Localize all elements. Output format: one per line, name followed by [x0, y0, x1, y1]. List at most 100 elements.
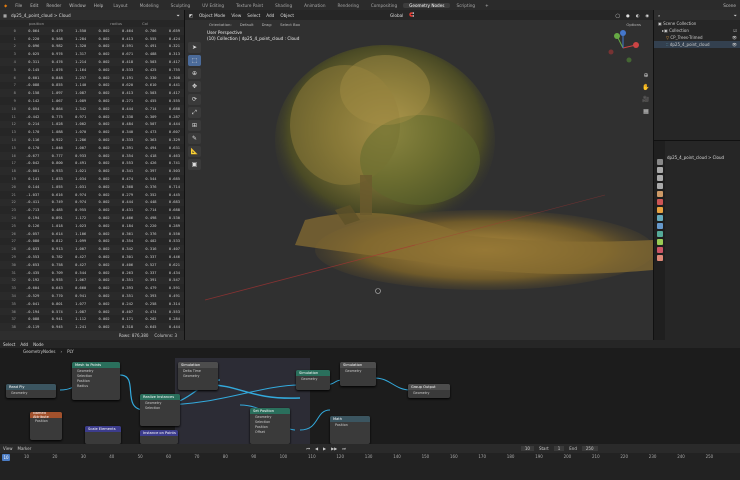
checkbox-icon[interactable]: ☑	[733, 28, 740, 33]
grid-icon[interactable]: ▦	[642, 108, 650, 116]
menu-view[interactable]: View	[3, 446, 13, 451]
menu-help[interactable]: Help	[90, 3, 108, 8]
tab-sculpting[interactable]: Sculpting	[165, 3, 197, 8]
node-mesh-to-points[interactable]: Mesh to Points Geometry Selection Positi…	[72, 362, 120, 400]
annotate-tool-icon[interactable]: ✎	[188, 133, 201, 144]
node-simulation-input[interactable]: Simulation Delta Time Geometry	[178, 362, 218, 390]
next-key-icon[interactable]: ▶▶	[331, 446, 337, 451]
visibility-icon[interactable]: 👁	[732, 35, 740, 40]
node-read-ply[interactable]: Read Ply Geometry	[6, 384, 56, 398]
render-tab-icon[interactable]	[656, 167, 663, 173]
shading-solid-icon[interactable]: ●	[626, 13, 630, 18]
menu-file[interactable]: File	[11, 3, 26, 8]
editor-type-icon[interactable]: ◩	[189, 13, 193, 18]
shading-material-icon[interactable]: ◐	[636, 13, 640, 18]
tab-geometry-nodes[interactable]: Geometry Nodes	[403, 2, 451, 8]
select-box-selector[interactable]: Select Box	[280, 22, 300, 27]
menu-window[interactable]: Window	[65, 3, 90, 8]
start-frame-field[interactable]: 1	[553, 446, 565, 451]
options-menu[interactable]: Options	[626, 22, 653, 27]
tool-tab-icon[interactable]	[656, 159, 663, 165]
point-cloud-render[interactable]	[185, 10, 653, 340]
move-tool-icon[interactable]: ✥	[188, 81, 201, 92]
texture-tab-icon[interactable]	[656, 255, 663, 261]
menu-marker[interactable]: Marker	[18, 446, 32, 451]
physics-tab-icon[interactable]	[656, 223, 663, 229]
snap-icon[interactable]: 🧲	[409, 12, 414, 18]
play-icon[interactable]: ▶	[323, 446, 326, 451]
node-simulation-output[interactable]: Simulation Geometry	[296, 370, 330, 390]
pan-hand-icon[interactable]: ✋	[642, 84, 650, 92]
menu-render[interactable]: Render	[42, 3, 65, 8]
timeline[interactable]: View Marker ⏮ ◀ ▶ ▶▶ ⏭ 10 Start 1 End 25…	[0, 444, 740, 480]
add-workspace-icon[interactable]: +	[481, 3, 493, 8]
menu-edit[interactable]: Edit	[26, 3, 42, 8]
tweak-tool-icon[interactable]: ➤	[188, 42, 201, 53]
tab-animation[interactable]: Animation	[298, 3, 331, 8]
view-layer-tab-icon[interactable]	[656, 183, 663, 189]
node-scale-elements[interactable]: Scale Elements	[85, 426, 121, 444]
tab-modeling[interactable]: Modeling	[134, 3, 165, 8]
geometry-node-editor[interactable]: Select Add Node GeometryNodes › PLY Read…	[0, 340, 740, 444]
spreadsheet-icon[interactable]: ▦	[3, 13, 7, 18]
current-frame-field[interactable]: 10	[520, 446, 534, 451]
material-tab-icon[interactable]	[656, 247, 663, 253]
constraints-tab-icon[interactable]	[656, 231, 663, 237]
filter-icon[interactable]: ⏷	[734, 13, 740, 18]
outliner-item-point-cloud[interactable]: ∷ dp25_4_point_cloud 👁	[654, 41, 740, 48]
node-group-output[interactable]: Group Output Geometry	[408, 384, 450, 398]
transform-orientation[interactable]: Global	[390, 13, 403, 18]
object-tab-icon[interactable]	[656, 207, 663, 213]
menu-view[interactable]: View	[231, 13, 241, 18]
tab-scripting[interactable]: Scripting	[450, 3, 481, 8]
data-tab-icon[interactable]	[656, 239, 663, 245]
mode-selector[interactable]: Object Mode	[199, 13, 225, 18]
menu-object[interactable]: Object	[280, 13, 294, 18]
transform-tool-icon[interactable]: ⊞	[188, 120, 201, 131]
end-frame-field[interactable]: 250	[581, 446, 598, 451]
camera-icon[interactable]: 🎥	[642, 96, 650, 104]
outliner-item-collection[interactable]: ▸▣ Collection ☑	[654, 27, 740, 34]
node-math[interactable]: Math Position	[330, 416, 370, 444]
column-header-radius[interactable]: radius	[100, 21, 126, 26]
node-simulation-zone-output[interactable]: Simulation Geometry	[340, 362, 376, 386]
output-tab-icon[interactable]	[656, 175, 663, 181]
cursor-tool-icon[interactable]: ⊕	[188, 68, 201, 79]
menu-add[interactable]: Add	[266, 13, 274, 18]
tab-texture-paint[interactable]: Texture Paint	[230, 3, 269, 8]
menu-select[interactable]: Select	[247, 13, 260, 18]
node-realize-instances[interactable]: Realize Instances Geometry Selection	[140, 394, 180, 426]
zoom-icon[interactable]: ⊕	[642, 72, 650, 80]
node-set-position[interactable]: Set Position Geometry Selection Position…	[250, 408, 290, 444]
timeline-ruler[interactable]: 10 20 30 40 50 60 70 80 90 100 110 120 130 140 150 160 1…	[0, 453, 740, 461]
tab-uv-editing[interactable]: UV Editing	[196, 3, 230, 8]
scale-tool-icon[interactable]: ⤢	[188, 107, 201, 118]
tab-rendering[interactable]: Rendering	[331, 3, 364, 8]
rotate-tool-icon[interactable]: ⟳	[188, 94, 201, 105]
orientation-selector[interactable]: Default	[240, 22, 254, 27]
column-header-col[interactable]: Col	[126, 21, 152, 26]
scene-tab-icon[interactable]	[656, 191, 663, 197]
jump-start-icon[interactable]: ⏮	[306, 446, 310, 451]
tab-compositing[interactable]: Compositing	[365, 3, 403, 8]
modifier-tab-icon[interactable]	[656, 215, 663, 221]
node-instance-on-points[interactable]: Instance on Points	[140, 430, 178, 444]
scene-selector[interactable]: Scene	[719, 3, 740, 8]
tab-layout[interactable]: Layout	[107, 3, 133, 8]
jump-end-icon[interactable]: ⏭	[342, 446, 346, 451]
3d-viewport[interactable]: ◩ Object Mode View Select Add Object Glo…	[185, 10, 653, 340]
search-icon[interactable]: ⌕	[658, 13, 660, 18]
shading-rendered-icon[interactable]: ◉	[645, 13, 653, 18]
select-box-tool-icon[interactable]: ⬚	[188, 55, 201, 66]
navigation-gizmo[interactable]	[603, 28, 643, 68]
outliner-item-cp-trees[interactable]: ▽ CP_Trees-Trimed 👁	[654, 34, 740, 41]
visibility-icon[interactable]: 👁	[732, 42, 740, 47]
add-cube-tool-icon[interactable]: ▣	[188, 159, 201, 170]
column-header-position[interactable]: position	[22, 21, 48, 26]
measure-tool-icon[interactable]: 📐	[188, 146, 201, 157]
prev-key-icon[interactable]: ◀	[315, 446, 318, 451]
blender-logo-icon[interactable]: ◆	[0, 3, 11, 8]
outliner-scene-collection[interactable]: ▣ Scene Collection	[654, 20, 740, 27]
tab-shading[interactable]: Shading	[269, 3, 298, 8]
playhead[interactable]: 10	[2, 454, 10, 461]
